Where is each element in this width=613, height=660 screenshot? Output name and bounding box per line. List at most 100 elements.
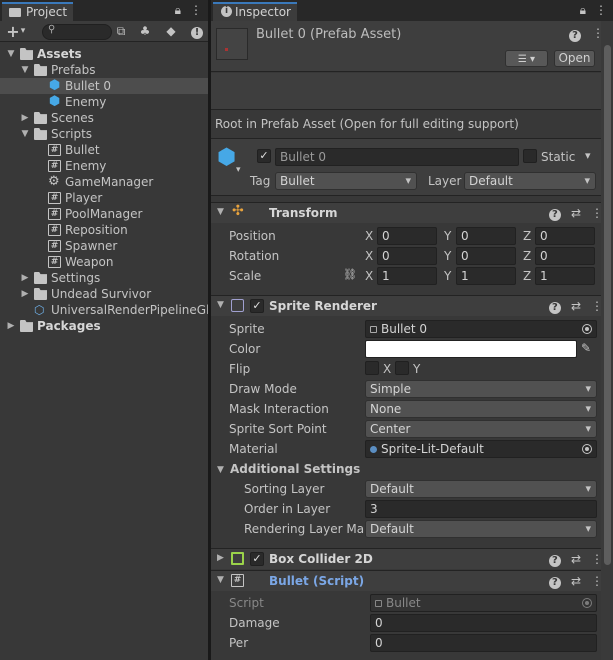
expand-arrow-icon[interactable]: ▼ [217, 300, 224, 310]
expand-arrow-icon[interactable]: ▼ [217, 465, 224, 475]
tree-item[interactable]: # Spawner [0, 238, 208, 254]
tree-item[interactable]: ▶ Packages [0, 318, 208, 334]
expanded-arrow-icon[interactable]: ▼ [6, 46, 16, 62]
expand-arrow-icon[interactable]: ▶ [217, 553, 224, 563]
filter-by-label-icon[interactable]: ♣ [136, 23, 154, 40]
presets-icon[interactable]: ⇄ [571, 574, 581, 589]
flip-x-checkbox[interactable] [365, 361, 379, 375]
static-dropdown-icon[interactable]: ▾ [585, 149, 591, 162]
tree-item[interactable]: ⬡ UniversalRenderPipelineGlo [0, 302, 208, 318]
hidden-packages-icon[interactable]: ! [188, 23, 206, 40]
gameobject-icon[interactable]: ⬢ [217, 147, 236, 169]
sprite-sort-point-dropdown[interactable]: Center [365, 420, 597, 438]
sprite-renderer-enabled-checkbox[interactable]: ✓ [250, 299, 264, 313]
search-input[interactable]: ⚲ [42, 24, 112, 40]
box-collider-header[interactable]: ▶ ✓ Box Collider 2D ? ⇄ ⋮ [211, 548, 613, 569]
sorting-layer-dropdown[interactable]: Default [365, 480, 597, 498]
axis-x-label[interactable]: X [365, 229, 373, 243]
eyedropper-icon[interactable]: ✎ [581, 341, 591, 355]
lock-icon[interactable]: 🔒︎ [580, 3, 586, 18]
transform-x-field[interactable]: 0 [377, 227, 437, 245]
expanded-arrow-icon[interactable]: ▼ [20, 126, 30, 142]
presets-icon[interactable]: ⇄ [571, 552, 581, 567]
inspector-scrollbar[interactable] [601, 21, 613, 660]
object-picker-icon[interactable] [582, 324, 592, 334]
filter-by-type-icon[interactable]: ⧉ [112, 23, 130, 40]
expand-arrow-icon[interactable]: ▼ [217, 207, 224, 217]
tree-item[interactable]: # PoolManager [0, 206, 208, 222]
axis-z-label[interactable]: Z [523, 269, 531, 283]
transform-x-field[interactable]: 0 [377, 247, 437, 265]
tree-item[interactable]: ▶ Settings [0, 270, 208, 286]
help-icon[interactable]: ? [569, 27, 581, 42]
tree-item[interactable]: # Weapon [0, 254, 208, 270]
transform-y-field[interactable]: 1 [456, 267, 516, 285]
tree-item[interactable]: ▶ Scenes [0, 110, 208, 126]
chevron-down-icon[interactable]: ▾ [236, 165, 241, 175]
axis-y-label[interactable]: Y [444, 269, 451, 283]
axis-z-label[interactable]: Z [523, 229, 531, 243]
transform-z-field[interactable]: 0 [535, 247, 595, 265]
overrides-dropdown[interactable]: ☰ ▾ [505, 50, 548, 67]
axis-y-label[interactable]: Y [444, 249, 451, 263]
collapsed-arrow-icon[interactable]: ▶ [6, 318, 16, 334]
axis-z-label[interactable]: Z [523, 249, 531, 263]
tree-item[interactable]: ▼ Assets [0, 46, 208, 62]
tab-inspector[interactable]: i Inspector [213, 2, 297, 21]
open-prefab-button[interactable]: Open [554, 50, 595, 67]
active-checkbox[interactable]: ✓ [257, 149, 271, 163]
material-field[interactable]: Sprite-Lit-Default [365, 440, 597, 458]
constrain-proportions-icon[interactable]: ⛓ [343, 268, 357, 281]
damage-field[interactable]: 0 [370, 614, 597, 632]
tree-item[interactable]: ▼ Scripts [0, 126, 208, 142]
tag-icon[interactable]: ◆ [162, 23, 180, 40]
tree-item[interactable]: ⚙ GameManager [0, 174, 208, 190]
tree-item[interactable]: # Bullet [0, 142, 208, 158]
tree-item[interactable]: # Reposition [0, 222, 208, 238]
help-icon[interactable]: ? [548, 574, 561, 589]
axis-x-label[interactable]: X [365, 249, 373, 263]
sprite-field[interactable]: Bullet 0 [365, 320, 597, 338]
lock-icon[interactable]: 🔒︎ [175, 3, 181, 18]
mask-interaction-dropdown[interactable]: None [365, 400, 597, 418]
axis-x-label[interactable]: X [365, 269, 373, 283]
presets-icon[interactable]: ⇄ [571, 299, 581, 314]
presets-icon[interactable]: ⇄ [571, 206, 581, 221]
additional-settings-label[interactable]: Additional Settings [230, 462, 360, 476]
transform-y-field[interactable]: 0 [456, 227, 516, 245]
kebab-menu-icon[interactable]: ⋮ [190, 3, 202, 18]
transform-z-field[interactable]: 0 [535, 227, 595, 245]
tree-item[interactable]: # Enemy [0, 158, 208, 174]
transform-x-field[interactable]: 1 [377, 267, 437, 285]
layer-dropdown[interactable]: Default [464, 172, 596, 190]
expanded-arrow-icon[interactable]: ▼ [20, 62, 30, 78]
tree-item[interactable]: ⬢ Enemy [0, 94, 208, 110]
object-name-field[interactable]: Bullet 0 [275, 148, 519, 166]
expand-arrow-icon[interactable]: ▼ [217, 575, 224, 585]
chevron-down-icon[interactable]: ▾ [18, 23, 28, 40]
color-field[interactable] [365, 340, 577, 358]
rendering-layer-mask-dropdown[interactable]: Default [365, 520, 597, 538]
transform-y-field[interactable]: 0 [456, 247, 516, 265]
collapsed-arrow-icon[interactable]: ▶ [20, 270, 30, 286]
transform-header[interactable]: ▼ ✣ Transform ? ⇄ ⋮ [211, 202, 613, 223]
tag-dropdown[interactable]: Bullet [275, 172, 417, 190]
draw-mode-dropdown[interactable]: Simple [365, 380, 597, 398]
help-icon[interactable]: ? [548, 206, 561, 221]
tree-item[interactable]: # Player [0, 190, 208, 206]
tree-item[interactable]: ⬢ Bullet 0 [0, 78, 208, 94]
kebab-menu-icon[interactable]: ⋮ [595, 3, 607, 18]
per-field[interactable]: 0 [370, 634, 597, 652]
bullet-script-header[interactable]: ▼ # Bullet (Script) ? ⇄ ⋮ [211, 570, 613, 591]
tab-project[interactable]: Project [2, 2, 74, 21]
tree-item[interactable]: ▶ Undead Survivor [0, 286, 208, 302]
flip-y-checkbox[interactable] [395, 361, 409, 375]
help-icon[interactable]: ? [548, 552, 561, 567]
order-in-layer-field[interactable]: 3 [365, 500, 597, 518]
scrollbar-thumb[interactable] [604, 45, 611, 565]
axis-y-label[interactable]: Y [444, 229, 451, 243]
collapsed-arrow-icon[interactable]: ▶ [20, 286, 30, 302]
static-checkbox[interactable] [523, 149, 537, 163]
sprite-renderer-header[interactable]: ▼ ✓ Sprite Renderer ? ⇄ ⋮ [211, 295, 613, 316]
object-picker-icon[interactable] [582, 444, 592, 454]
